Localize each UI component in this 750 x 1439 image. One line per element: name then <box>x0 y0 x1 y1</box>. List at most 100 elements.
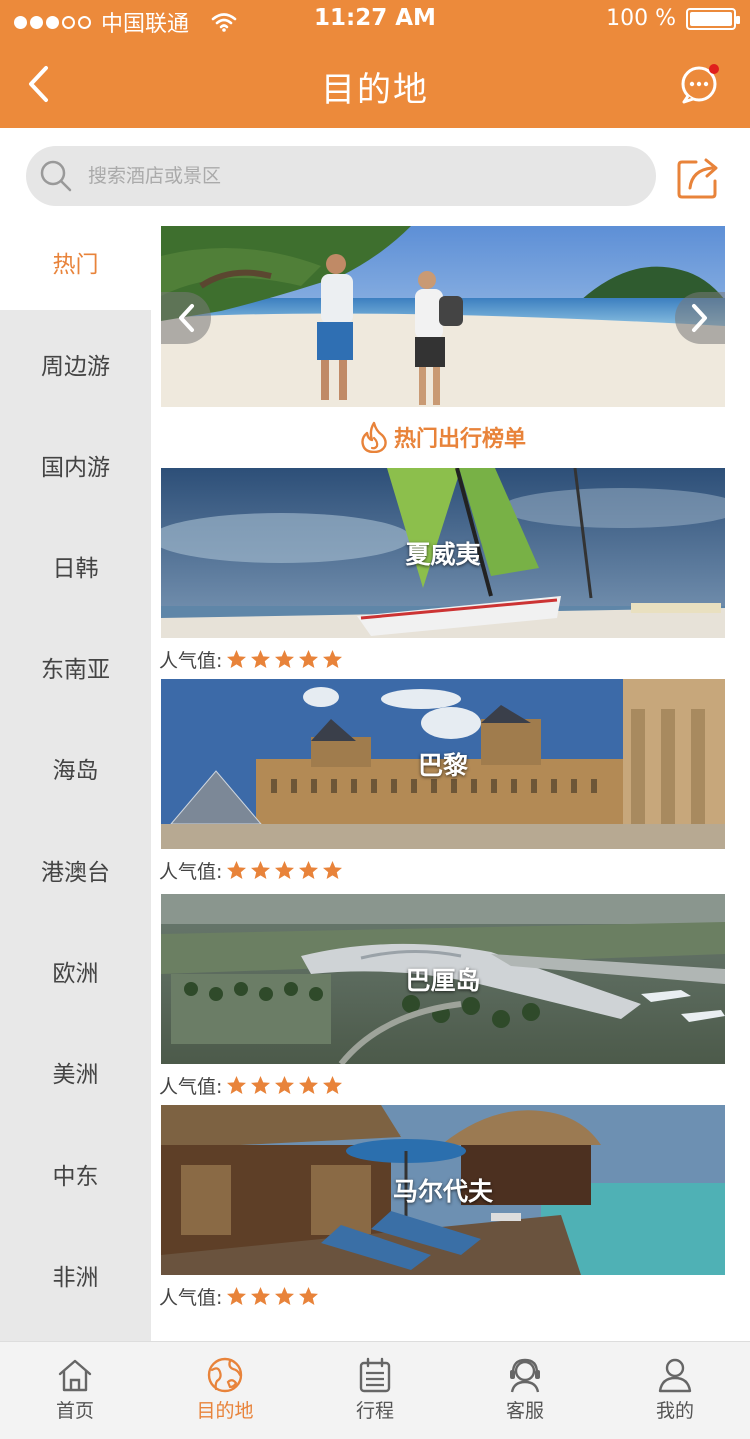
star-rating <box>226 649 343 670</box>
battery-percent: 100 % <box>606 6 676 31</box>
sidebar-item-label: 海岛 <box>52 757 99 784</box>
star-icon <box>227 649 247 668</box>
star-icon <box>275 649 295 668</box>
star-icon <box>323 1075 343 1094</box>
star-icon <box>227 1286 247 1305</box>
popularity-label: 人气值: <box>159 649 223 672</box>
popularity-row: 人气值: <box>159 1282 319 1310</box>
tab-profile[interactable]: 我的 <box>600 1342 750 1439</box>
sidebar-item-label: 东南亚 <box>41 656 110 683</box>
destination-image[interactable]: 巴黎 <box>161 679 725 849</box>
star-icon <box>251 860 271 879</box>
star-icon <box>299 1075 319 1094</box>
tab-label: 目的地 <box>196 1400 254 1422</box>
globe-icon <box>207 1357 243 1393</box>
tab-customer-service[interactable]: 客服 <box>450 1342 600 1439</box>
star-icon <box>323 860 343 879</box>
destination-name: 马尔代夫 <box>392 1177 493 1206</box>
sidebar-item-southeast-asia[interactable]: 东南亚 <box>0 616 151 717</box>
sidebar-item-domestic[interactable]: 国内游 <box>0 414 151 515</box>
tab-itinerary[interactable]: 行程 <box>300 1342 450 1439</box>
status-right: 100 % <box>606 6 740 31</box>
sidebar-item-label: 美洲 <box>52 1061 99 1088</box>
destination-name: 巴厘岛 <box>405 966 481 995</box>
sidebar-item-islands[interactable]: 海岛 <box>0 717 151 818</box>
battery-icon <box>686 7 740 30</box>
message-icon[interactable] <box>678 60 724 106</box>
star-icon <box>251 1075 271 1094</box>
star-icon <box>275 1075 295 1094</box>
sidebar-item-nearby[interactable]: 周边游 <box>0 313 151 414</box>
beach-banner-image <box>161 226 725 407</box>
destination-name: 夏威夷 <box>405 540 481 569</box>
star-icon <box>299 649 319 668</box>
status-bar: 中国联通 11:27 AM 100 % <box>0 0 750 40</box>
star-rating <box>226 860 343 881</box>
headset-icon <box>510 1358 540 1393</box>
search-input[interactable] <box>88 154 628 198</box>
tab-destination[interactable]: 目的地 <box>150 1342 300 1439</box>
star-icon <box>323 649 343 668</box>
sidebar-item-americas[interactable]: 美洲 <box>0 1021 151 1122</box>
star-icon <box>251 649 271 668</box>
search-icon <box>40 160 72 192</box>
search-box[interactable] <box>26 146 656 206</box>
ranking-title: 热门出行榜单 <box>161 417 725 457</box>
star-icon <box>275 860 295 879</box>
header-bar: 中国联通 11:27 AM 100 % 目的地 <box>0 0 750 128</box>
star-icon <box>299 1286 319 1305</box>
tab-label: 行程 <box>355 1400 394 1422</box>
sidebar-item-label: 非洲 <box>52 1264 99 1291</box>
bottom-tab-bar: 首页 目的地 行程 客服 我的 <box>0 1341 750 1439</box>
ranking-title-text: 热门出行榜单 <box>393 427 526 452</box>
banner-carousel[interactable] <box>161 226 725 407</box>
category-sidebar: 热门 周边游 国内游 日韩 东南亚 海岛 港澳台 欧洲 美洲 中东 非洲 <box>0 214 151 1341</box>
sidebar-item-label: 热门 <box>52 252 99 278</box>
destination-image[interactable]: 夏威夷 <box>161 468 725 638</box>
destination-image[interactable]: 巴厘岛 <box>161 894 725 1064</box>
popularity-label: 人气值: <box>159 1075 223 1098</box>
popularity-label: 人气值: <box>159 860 223 883</box>
star-icon <box>299 860 319 879</box>
user-icon <box>658 1358 692 1393</box>
search-row <box>0 128 750 226</box>
banner-prev-button[interactable] <box>161 292 211 344</box>
tab-label: 客服 <box>505 1400 544 1422</box>
star-icon <box>227 1075 247 1094</box>
share-icon[interactable] <box>676 154 722 200</box>
home-icon <box>58 1359 92 1392</box>
sidebar-item-hk-macau-taiwan[interactable]: 港澳台 <box>0 819 151 920</box>
star-rating <box>226 1286 319 1307</box>
destination-name: 巴黎 <box>417 751 468 780</box>
tab-home[interactable]: 首页 <box>0 1342 150 1439</box>
page-title: 目的地 <box>321 70 429 110</box>
sidebar-item-label: 中东 <box>52 1163 99 1190</box>
sidebar-item-label: 港澳台 <box>41 859 110 886</box>
star-icon <box>275 1286 295 1305</box>
popularity-row: 人气值: <box>159 856 343 884</box>
sidebar-item-label: 日韩 <box>52 555 99 582</box>
chevron-right-icon <box>692 304 707 332</box>
unread-dot <box>709 64 719 74</box>
star-rating <box>226 1075 343 1096</box>
chevron-left-icon <box>179 304 194 332</box>
sidebar-item-label: 周边游 <box>41 353 110 380</box>
tab-label: 首页 <box>55 1400 94 1422</box>
sidebar-item-label: 国内游 <box>41 454 110 481</box>
popularity-row: 人气值: <box>159 645 343 673</box>
sidebar-item-africa[interactable]: 非洲 <box>0 1224 151 1325</box>
star-icon <box>251 1286 271 1305</box>
destination-image[interactable]: 马尔代夫 <box>161 1105 725 1275</box>
popularity-row: 人气值: <box>159 1071 343 1099</box>
tab-label: 我的 <box>655 1400 694 1422</box>
sidebar-item-hot[interactable]: 热门 <box>0 214 151 310</box>
sidebar-item-europe[interactable]: 欧洲 <box>0 920 151 1021</box>
sidebar-item-middle-east[interactable]: 中东 <box>0 1123 151 1224</box>
star-icon <box>227 860 247 879</box>
sidebar-item-label: 欧洲 <box>52 960 99 987</box>
nav-bar: 目的地 <box>0 40 750 128</box>
banner-next-button[interactable] <box>675 292 725 344</box>
fire-icon <box>361 421 387 453</box>
calendar-icon <box>359 1357 391 1393</box>
sidebar-item-japan-korea[interactable]: 日韩 <box>0 515 151 616</box>
